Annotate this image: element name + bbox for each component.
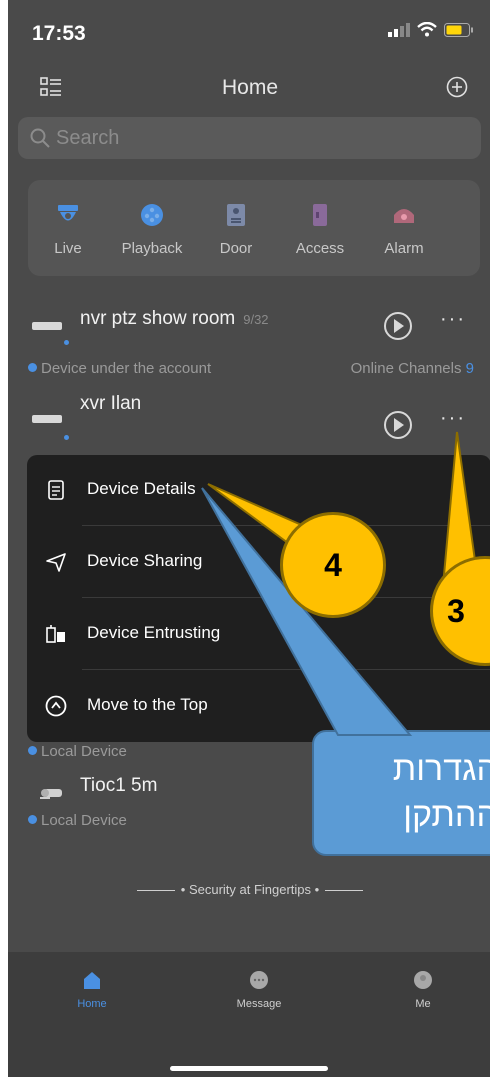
step-4-badge: 4 [280,512,386,618]
image-border [0,0,8,1077]
phone-screen: 17:53 Home Search Live Playback Door Acc… [0,0,500,1077]
image-border [490,0,500,1077]
annotation-pointers [201,431,480,736]
